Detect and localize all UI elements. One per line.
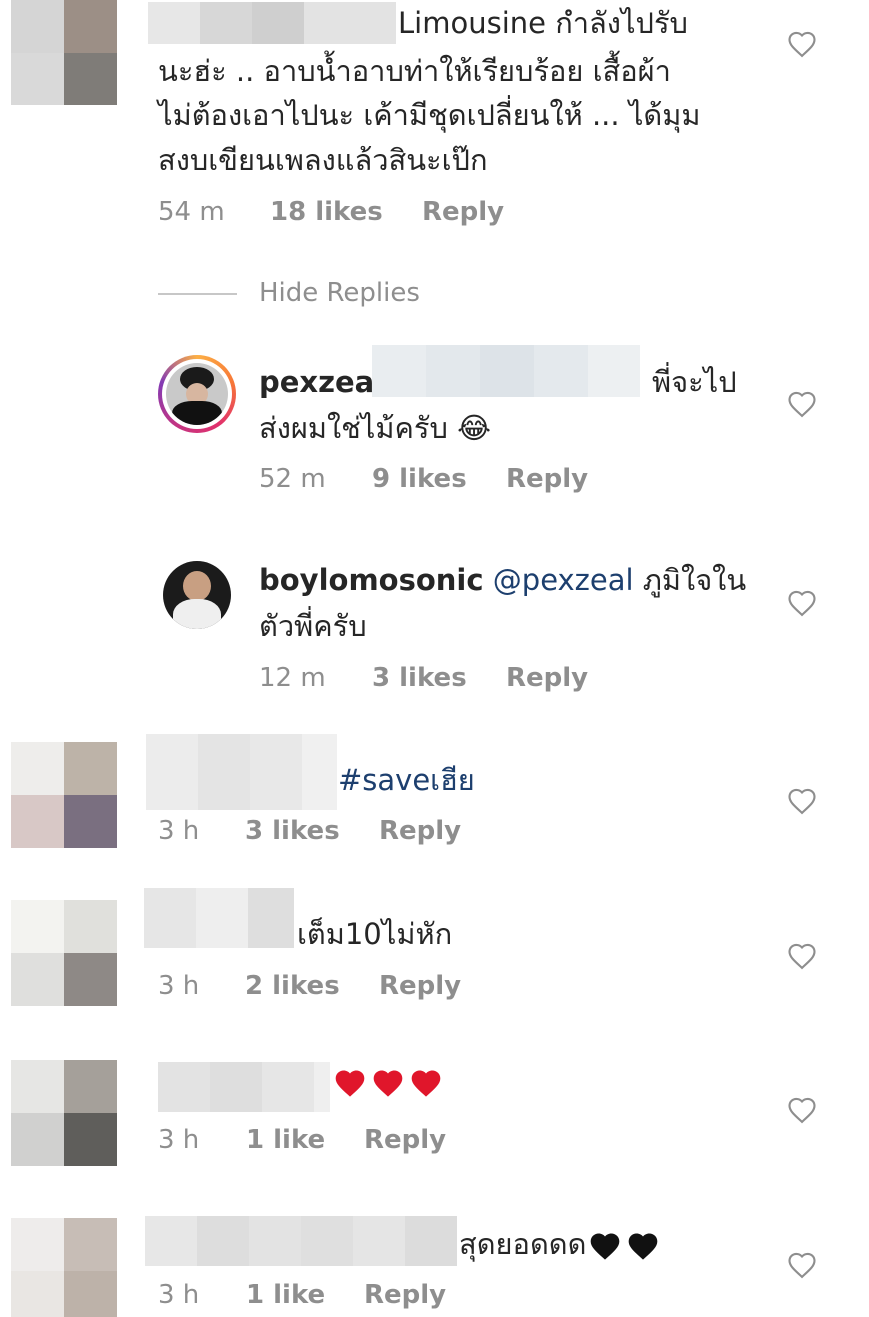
username-redacted[interactable] <box>146 734 337 810</box>
likes-count[interactable]: 18 likes <box>270 197 422 227</box>
username-redacted[interactable] <box>158 1062 330 1112</box>
likes-count[interactable]: 9 likes <box>372 464 506 494</box>
likes-count[interactable]: 1 like <box>246 1280 364 1310</box>
avatar[interactable] <box>11 742 117 848</box>
hide-replies-divider <box>158 293 237 295</box>
comment-meta: 54 m 18 likes Reply <box>158 197 504 227</box>
likes-count[interactable]: 1 like <box>246 1125 364 1155</box>
reply-button[interactable]: Reply <box>364 1125 446 1155</box>
reply-text-part: ภูมิใจใน <box>642 563 747 597</box>
username-redacted[interactable] <box>148 2 396 44</box>
mention-link[interactable]: @pexzeal <box>493 563 634 597</box>
reply-meta: 12 m 3 likes Reply <box>259 663 588 693</box>
black-heart-icon <box>591 1233 620 1260</box>
hide-replies-button[interactable]: Hide Replies <box>259 278 420 308</box>
username-redacted <box>372 345 640 397</box>
reply-button[interactable]: Reply <box>379 971 461 1001</box>
reply-button[interactable]: Reply <box>364 1280 446 1310</box>
avatar[interactable] <box>11 1218 117 1317</box>
timestamp: 54 m <box>158 197 225 227</box>
like-heart-icon[interactable] <box>787 787 817 815</box>
likes-count[interactable]: 2 likes <box>245 971 379 1001</box>
likes-count[interactable]: 3 likes <box>372 663 506 693</box>
timestamp: 3 h <box>158 816 200 846</box>
comment-meta: 3 h 2 likes Reply <box>158 971 461 1001</box>
avatar[interactable] <box>11 900 117 1006</box>
comment-text: Limousine กำลังไปรับ <box>398 6 688 40</box>
reply-text: พี่จะไป <box>652 365 737 399</box>
comment-text-line: ไม่ต้องเอาไปนะ เค้ามีชุดเปลี่ยนให้ ... ไ… <box>158 98 701 132</box>
red-heart-icon <box>373 1070 403 1097</box>
comment-meta: 3 h 1 like Reply <box>158 1125 446 1155</box>
reply-meta: 52 m 9 likes Reply <box>259 464 588 494</box>
like-heart-icon[interactable] <box>787 942 817 970</box>
avatar-pexzeal[interactable] <box>158 355 236 433</box>
reply-text-line: ตัวพี่ครับ <box>259 609 367 643</box>
like-heart-icon[interactable] <box>787 390 817 418</box>
hashtag-link[interactable]: #saveเฮีย <box>338 757 475 803</box>
avatar[interactable] <box>11 0 117 105</box>
comment-text: เต็ม10ไม่หัก <box>297 917 453 951</box>
reply-text: boylomosonic @pexzeal ภูมิใจใน <box>259 557 746 603</box>
like-heart-icon[interactable] <box>787 1096 817 1124</box>
timestamp: 52 m <box>259 464 326 494</box>
comment-meta: 3 h 1 like Reply <box>158 1280 446 1310</box>
comment-text-part: สุดยอดดด <box>459 1227 587 1261</box>
like-heart-icon[interactable] <box>787 30 817 58</box>
reply-button[interactable]: Reply <box>506 464 588 494</box>
timestamp: 12 m <box>259 663 326 693</box>
username-redacted[interactable] <box>145 1216 457 1266</box>
timestamp: 3 h <box>158 971 200 1001</box>
reply-text-line: ส่งผมใช่ไม้ครับ 😂 <box>259 411 491 445</box>
comment-text-line: นะฮ่ะ .. อาบน้ำอาบท่าให้เรียบร้อย เสื้อผ… <box>158 54 671 88</box>
timestamp: 3 h <box>158 1280 200 1310</box>
comment-text-line: สงบเขียนเพลงแล้วสินะเป๊ก <box>158 143 488 177</box>
like-heart-icon[interactable] <box>787 1251 817 1279</box>
heart-emojis <box>333 1068 447 1098</box>
like-heart-icon[interactable] <box>787 589 817 617</box>
reply-button[interactable]: Reply <box>379 816 461 846</box>
comment-meta: 3 h 3 likes Reply <box>158 816 461 846</box>
likes-count[interactable]: 3 likes <box>245 816 379 846</box>
red-heart-icon <box>335 1070 365 1097</box>
avatar[interactable] <box>11 1060 117 1166</box>
red-heart-icon <box>411 1070 441 1097</box>
reply-button[interactable]: Reply <box>506 663 588 693</box>
comment-text: สุดยอดดด <box>459 1221 664 1267</box>
black-heart-icon <box>629 1233 658 1260</box>
reply-button[interactable]: Reply <box>422 197 504 227</box>
reply-username[interactable]: pexzeal <box>259 359 384 405</box>
username-redacted[interactable] <box>144 888 294 948</box>
timestamp: 3 h <box>158 1125 200 1155</box>
reply-username[interactable]: boylomosonic <box>259 563 484 597</box>
avatar-boylomosonic[interactable] <box>163 561 231 629</box>
